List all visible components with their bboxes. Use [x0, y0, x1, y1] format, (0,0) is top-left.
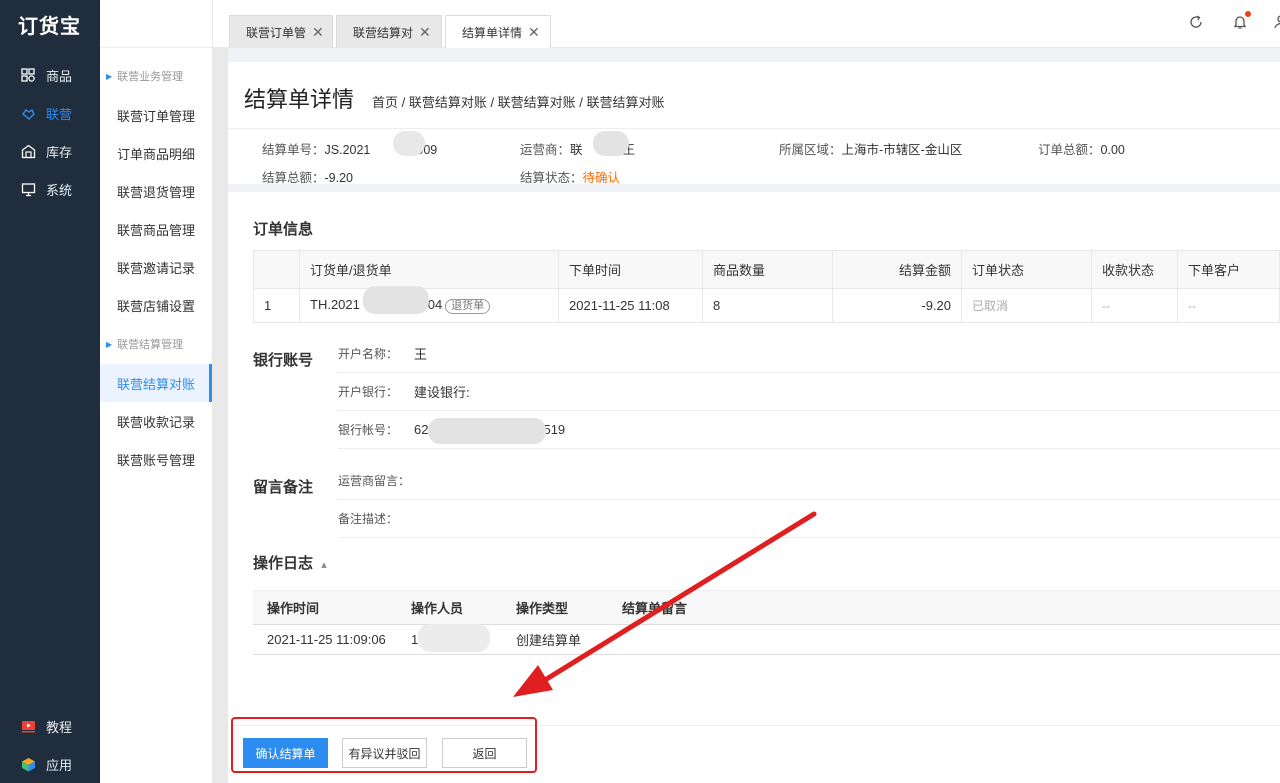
annotation-arrow-icon	[513, 511, 817, 697]
